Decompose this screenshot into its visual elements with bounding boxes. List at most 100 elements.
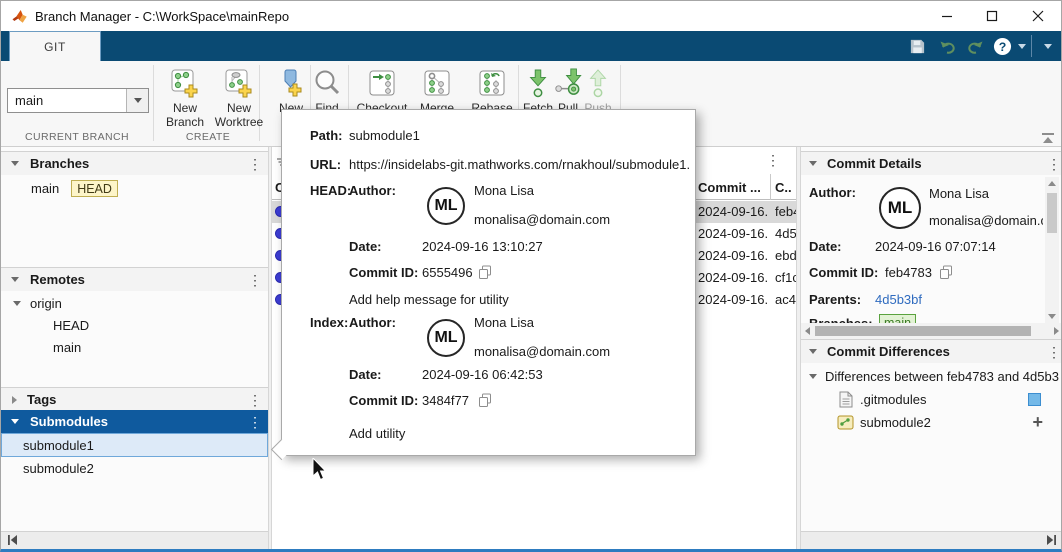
ribbon-options-button[interactable] [1037, 37, 1059, 55]
branches-sidebar: Branches main HEAD Remotes origin HEAD m… [1, 147, 268, 550]
diff-group-row[interactable]: Differences between feb4783 and 4d5b3bf [801, 366, 1062, 387]
kebab-menu-icon[interactable] [248, 157, 258, 171]
undo-button[interactable] [937, 37, 959, 55]
author-name: Mona Lisa [474, 315, 534, 330]
maximize-button[interactable] [971, 1, 1013, 30]
new-worktree-button[interactable]: NewWorktree [211, 67, 267, 129]
commit-id: feb4783 [885, 265, 932, 280]
right-panel-bottom-bar [801, 531, 1062, 550]
chevron-down-icon [809, 349, 817, 354]
collapse-ribbon-icon [1041, 133, 1055, 145]
section-header-commit-differences[interactable]: Commit Differences [801, 339, 1062, 363]
path-value: submodule1 [349, 128, 420, 143]
kebab-menu-icon[interactable] [1047, 345, 1057, 359]
scroll-left-icon[interactable] [805, 327, 810, 335]
kebab-menu-icon[interactable] [766, 153, 776, 167]
mouse-cursor [312, 458, 329, 482]
current-branch-combobox[interactable]: main [7, 88, 149, 113]
scroll-right-icon[interactable] [1054, 327, 1059, 335]
rebase-button[interactable]: Rebase [464, 67, 520, 115]
scrollbar-thumb[interactable] [1047, 193, 1057, 233]
remote-name: origin [30, 296, 62, 311]
section-title: Commit Details [827, 156, 922, 171]
close-icon [1032, 10, 1044, 22]
minimize-button[interactable] [926, 1, 968, 30]
kebab-menu-icon[interactable] [1047, 157, 1057, 171]
fetch-button[interactable]: Fetch [523, 67, 553, 115]
copy-button[interactable] [939, 265, 953, 283]
vertical-scrollbar[interactable] [1045, 177, 1059, 323]
tab-git[interactable]: GIT [9, 31, 101, 61]
remote-row-main[interactable]: main [1, 337, 268, 358]
pull-button[interactable]: Pull [553, 67, 583, 115]
collapse-toolstrip-button[interactable] [1041, 133, 1055, 148]
diff-file-row[interactable]: .gitmodules [801, 388, 1062, 410]
section-header-branches[interactable]: Branches [1, 151, 268, 175]
section-header-remotes[interactable]: Remotes [1, 267, 268, 291]
copy-icon [478, 265, 492, 280]
column-header-commit-id[interactable]: C.. [775, 180, 795, 195]
remote-row-origin[interactable]: origin [1, 293, 268, 314]
help-button[interactable]: ? [991, 37, 1013, 55]
section-header-submodules[interactable]: Submodules [1, 410, 268, 433]
parent-commit-link[interactable]: 4d5b3bf [875, 292, 922, 307]
kebab-menu-icon[interactable] [248, 393, 258, 407]
section-header-commit-details[interactable]: Commit Details [801, 151, 1062, 175]
remote-ref: main [53, 340, 81, 355]
combo-dropdown-button[interactable] [126, 89, 148, 112]
submodule-icon [837, 415, 854, 430]
find-button[interactable]: Find [299, 67, 355, 115]
rebase-icon [476, 67, 508, 99]
collapse-right-panel-button[interactable] [1046, 534, 1058, 549]
commit-id-value: 6555496 [422, 265, 473, 280]
date-value: 2024-09-16 06:42:53 [422, 367, 543, 382]
commit-date: 2024-09-16 07:07:14 [875, 239, 996, 254]
matlab-logo-icon [11, 8, 28, 24]
step-right-icon [1046, 534, 1058, 546]
redo-button[interactable] [964, 37, 986, 55]
url-value: https://insidelabs-git.mathworks.com/rna… [349, 157, 689, 172]
merge-button[interactable]: Merge [409, 67, 465, 115]
chevron-down-icon [11, 419, 19, 424]
diff-file-row[interactable]: submodule2 + [801, 411, 1062, 433]
scroll-up-icon[interactable] [1048, 181, 1056, 186]
copy-button[interactable] [478, 265, 492, 283]
avatar: ML [427, 319, 465, 357]
diff-file-name: submodule2 [860, 415, 931, 430]
section-header-tags[interactable]: Tags [1, 387, 268, 411]
date-value: 2024-09-16 13:10:27 [422, 239, 543, 254]
checkout-button[interactable]: Checkout [354, 67, 410, 115]
submodule-row-selected[interactable]: submodule1 [1, 433, 268, 457]
copy-button[interactable] [478, 393, 492, 411]
chevron-down-icon [134, 98, 142, 103]
scrollbar-thumb[interactable] [815, 326, 1031, 336]
date-label: Date: [349, 239, 382, 254]
push-button[interactable]: Push [583, 67, 613, 115]
horizontal-scrollbar[interactable] [801, 323, 1062, 339]
scroll-down-icon[interactable] [1048, 314, 1056, 319]
author-label: Author: [809, 185, 856, 200]
new-branch-button[interactable]: NewBranch [157, 67, 213, 129]
chevron-down-icon [1018, 44, 1026, 49]
remote-ref: HEAD [53, 318, 89, 333]
save-button[interactable] [906, 37, 928, 55]
submodule-name: submodule2 [23, 461, 94, 476]
head-badge: HEAD [71, 180, 118, 197]
kebab-menu-icon[interactable] [248, 273, 258, 287]
column-header-commit[interactable]: Commit ... [698, 180, 766, 195]
close-button[interactable] [1017, 1, 1059, 30]
collapse-left-panel-button[interactable] [6, 534, 18, 549]
remote-row-head[interactable]: HEAD [1, 315, 268, 336]
kebab-menu-icon[interactable] [248, 415, 258, 429]
author-email: monalisa@domain.com [929, 213, 1043, 228]
help-dropdown-button[interactable] [1011, 37, 1033, 55]
chevron-right-icon [12, 396, 17, 404]
pull-icon [553, 67, 583, 99]
section-title: Commit Differences [827, 344, 950, 359]
current-branch-caption: CURRENT BRANCH [1, 131, 153, 143]
branch-row-main[interactable]: main HEAD [1, 178, 268, 199]
fetch-icon [525, 67, 551, 99]
commit-id-label: Commit ID: [809, 265, 878, 280]
submodule-row[interactable]: submodule2 [1, 457, 268, 479]
author-email: monalisa@domain.com [474, 212, 610, 227]
